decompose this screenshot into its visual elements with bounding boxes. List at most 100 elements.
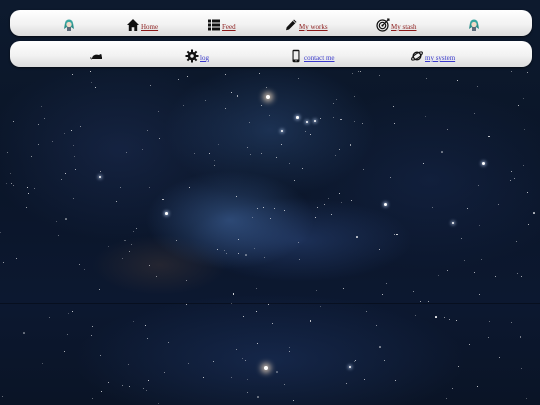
star xyxy=(394,123,396,125)
star xyxy=(520,367,522,369)
nav-log-link[interactable]: log xyxy=(185,45,209,63)
star xyxy=(497,204,499,206)
star xyxy=(466,207,468,209)
star xyxy=(60,179,62,181)
star xyxy=(425,78,427,80)
nav-my-system-link[interactable]: my system xyxy=(410,45,455,63)
star xyxy=(415,315,417,317)
star xyxy=(498,356,500,358)
star xyxy=(168,342,170,344)
star xyxy=(284,210,286,212)
target-icon xyxy=(376,18,390,32)
nav-contact-label: contact me xyxy=(304,54,335,62)
nav-log-label: log xyxy=(200,54,209,62)
mascot-icon xyxy=(62,18,76,32)
star xyxy=(523,165,525,167)
star xyxy=(452,387,454,389)
star xyxy=(333,117,335,119)
star xyxy=(520,275,522,277)
nav-feed-link[interactable]: Feed xyxy=(207,14,236,32)
star xyxy=(394,380,396,382)
star xyxy=(356,236,358,238)
nav-mascot-left[interactable] xyxy=(62,14,76,32)
star xyxy=(267,304,269,306)
star xyxy=(425,115,427,117)
star xyxy=(10,173,12,175)
star xyxy=(445,397,447,399)
star xyxy=(379,74,381,76)
star xyxy=(238,252,240,254)
star xyxy=(129,250,131,252)
star xyxy=(352,72,354,74)
star xyxy=(146,130,148,132)
star xyxy=(204,100,206,102)
star xyxy=(489,320,491,322)
star xyxy=(193,153,195,155)
star xyxy=(362,168,364,170)
star xyxy=(288,346,290,348)
nav-home-link[interactable]: Home xyxy=(126,14,158,32)
star xyxy=(94,86,97,89)
star xyxy=(98,288,100,290)
star xyxy=(298,78,300,80)
nav-mouse-link[interactable] xyxy=(90,45,104,63)
star xyxy=(75,168,77,170)
star xyxy=(132,321,134,323)
star xyxy=(259,73,261,75)
star xyxy=(63,133,65,135)
star xyxy=(476,85,478,87)
star xyxy=(208,153,210,155)
star xyxy=(2,395,3,397)
nav-feed-label: Feed xyxy=(222,23,236,31)
star xyxy=(89,70,91,72)
star xyxy=(524,129,526,131)
bright-star xyxy=(281,130,283,132)
star xyxy=(43,117,45,119)
star xyxy=(246,146,248,148)
star xyxy=(236,195,238,197)
nav-contact-link[interactable]: contact me xyxy=(289,45,335,63)
star xyxy=(68,312,70,314)
gear-icon xyxy=(185,49,199,63)
star xyxy=(248,122,250,124)
star xyxy=(394,233,396,235)
star xyxy=(519,335,522,338)
star xyxy=(155,276,157,278)
star xyxy=(107,245,109,247)
star xyxy=(269,114,271,116)
nav-my-stash-link[interactable]: My stash xyxy=(376,14,416,32)
star xyxy=(340,201,342,203)
star xyxy=(231,376,233,378)
star xyxy=(349,144,352,146)
star xyxy=(203,377,205,379)
star xyxy=(488,135,490,138)
star xyxy=(257,343,259,344)
star xyxy=(339,193,341,195)
star xyxy=(34,188,36,190)
star xyxy=(487,336,489,338)
star xyxy=(158,402,160,404)
home-icon xyxy=(126,18,140,32)
nav-my-works-link[interactable]: My works xyxy=(284,14,328,32)
star xyxy=(232,293,235,295)
star xyxy=(478,224,480,226)
star xyxy=(317,206,319,208)
pencil-icon xyxy=(284,18,298,32)
star xyxy=(446,270,448,272)
nav-mascot-right[interactable] xyxy=(467,14,481,32)
star xyxy=(177,79,179,81)
star xyxy=(187,76,189,78)
star xyxy=(270,217,272,219)
secondary-nav-bar: log contact me my system xyxy=(10,41,532,67)
star xyxy=(315,290,317,292)
star xyxy=(328,197,330,199)
star xyxy=(231,92,233,94)
star xyxy=(242,316,244,318)
star xyxy=(7,151,9,153)
star xyxy=(477,385,479,387)
star xyxy=(23,332,25,334)
star xyxy=(146,389,148,391)
star xyxy=(41,363,43,365)
star xyxy=(91,326,93,328)
star xyxy=(146,338,148,340)
